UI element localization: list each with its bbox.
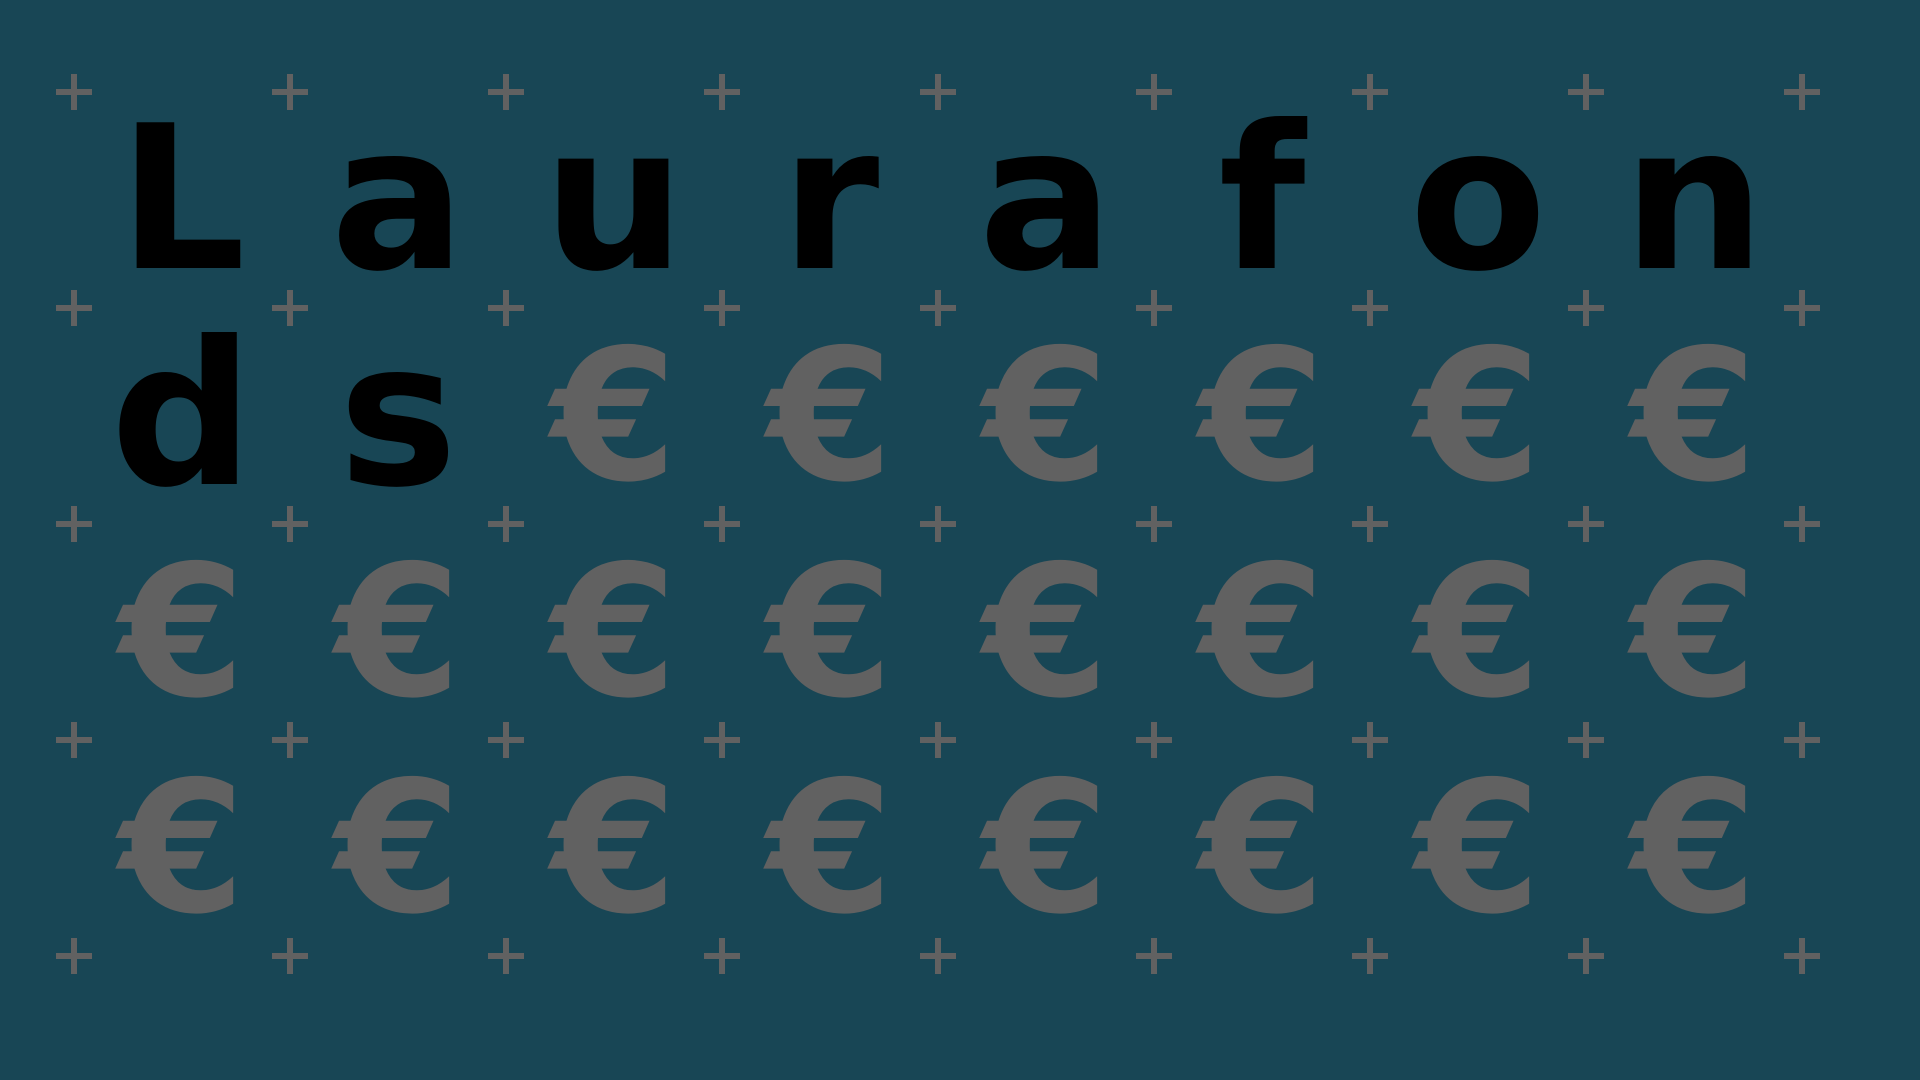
euro-sign-icon: € (550, 310, 678, 522)
euro-sign-icon: € (334, 526, 462, 738)
euro-sign-icon: € (766, 310, 894, 522)
letter-tile: o (1409, 83, 1547, 316)
euro-sign-icon: € (1414, 310, 1542, 522)
letter-tile: u (542, 83, 686, 316)
euro-sign-icon: € (334, 742, 462, 954)
euro-sign-icon: € (1198, 310, 1326, 522)
euro-sign-icon: € (1630, 742, 1758, 954)
euro-sign-icon: € (550, 742, 678, 954)
letter-tile: d (110, 299, 254, 532)
letter-tile: s (338, 299, 458, 532)
euro-sign-icon: € (1414, 526, 1542, 738)
euro-sign-icon: € (982, 310, 1110, 522)
letter-tile: n (1622, 83, 1766, 316)
euro-sign-icon: € (982, 742, 1110, 954)
letter-tile: f (1218, 83, 1306, 316)
tile-grid-canvas: La u r a f o n d s € € € € € € € € € € € € € € € € € € € € € € (0, 0, 1920, 1080)
letter-tile: r (780, 83, 880, 316)
euro-sign-icon: € (1198, 742, 1326, 954)
euro-sign-icon: € (982, 526, 1110, 738)
letter-tile: L (118, 83, 246, 316)
letter-tile: a (330, 83, 466, 316)
euro-sign-icon: € (118, 526, 246, 738)
euro-sign-icon: € (1414, 742, 1542, 954)
euro-sign-icon: € (1630, 310, 1758, 522)
euro-sign-icon: € (1630, 526, 1758, 738)
euro-sign-icon: € (1198, 526, 1326, 738)
euro-sign-icon: € (766, 526, 894, 738)
euro-sign-icon: € (766, 742, 894, 954)
letter-tile: a (978, 83, 1114, 316)
euro-sign-icon: € (550, 526, 678, 738)
euro-sign-icon: € (118, 742, 246, 954)
